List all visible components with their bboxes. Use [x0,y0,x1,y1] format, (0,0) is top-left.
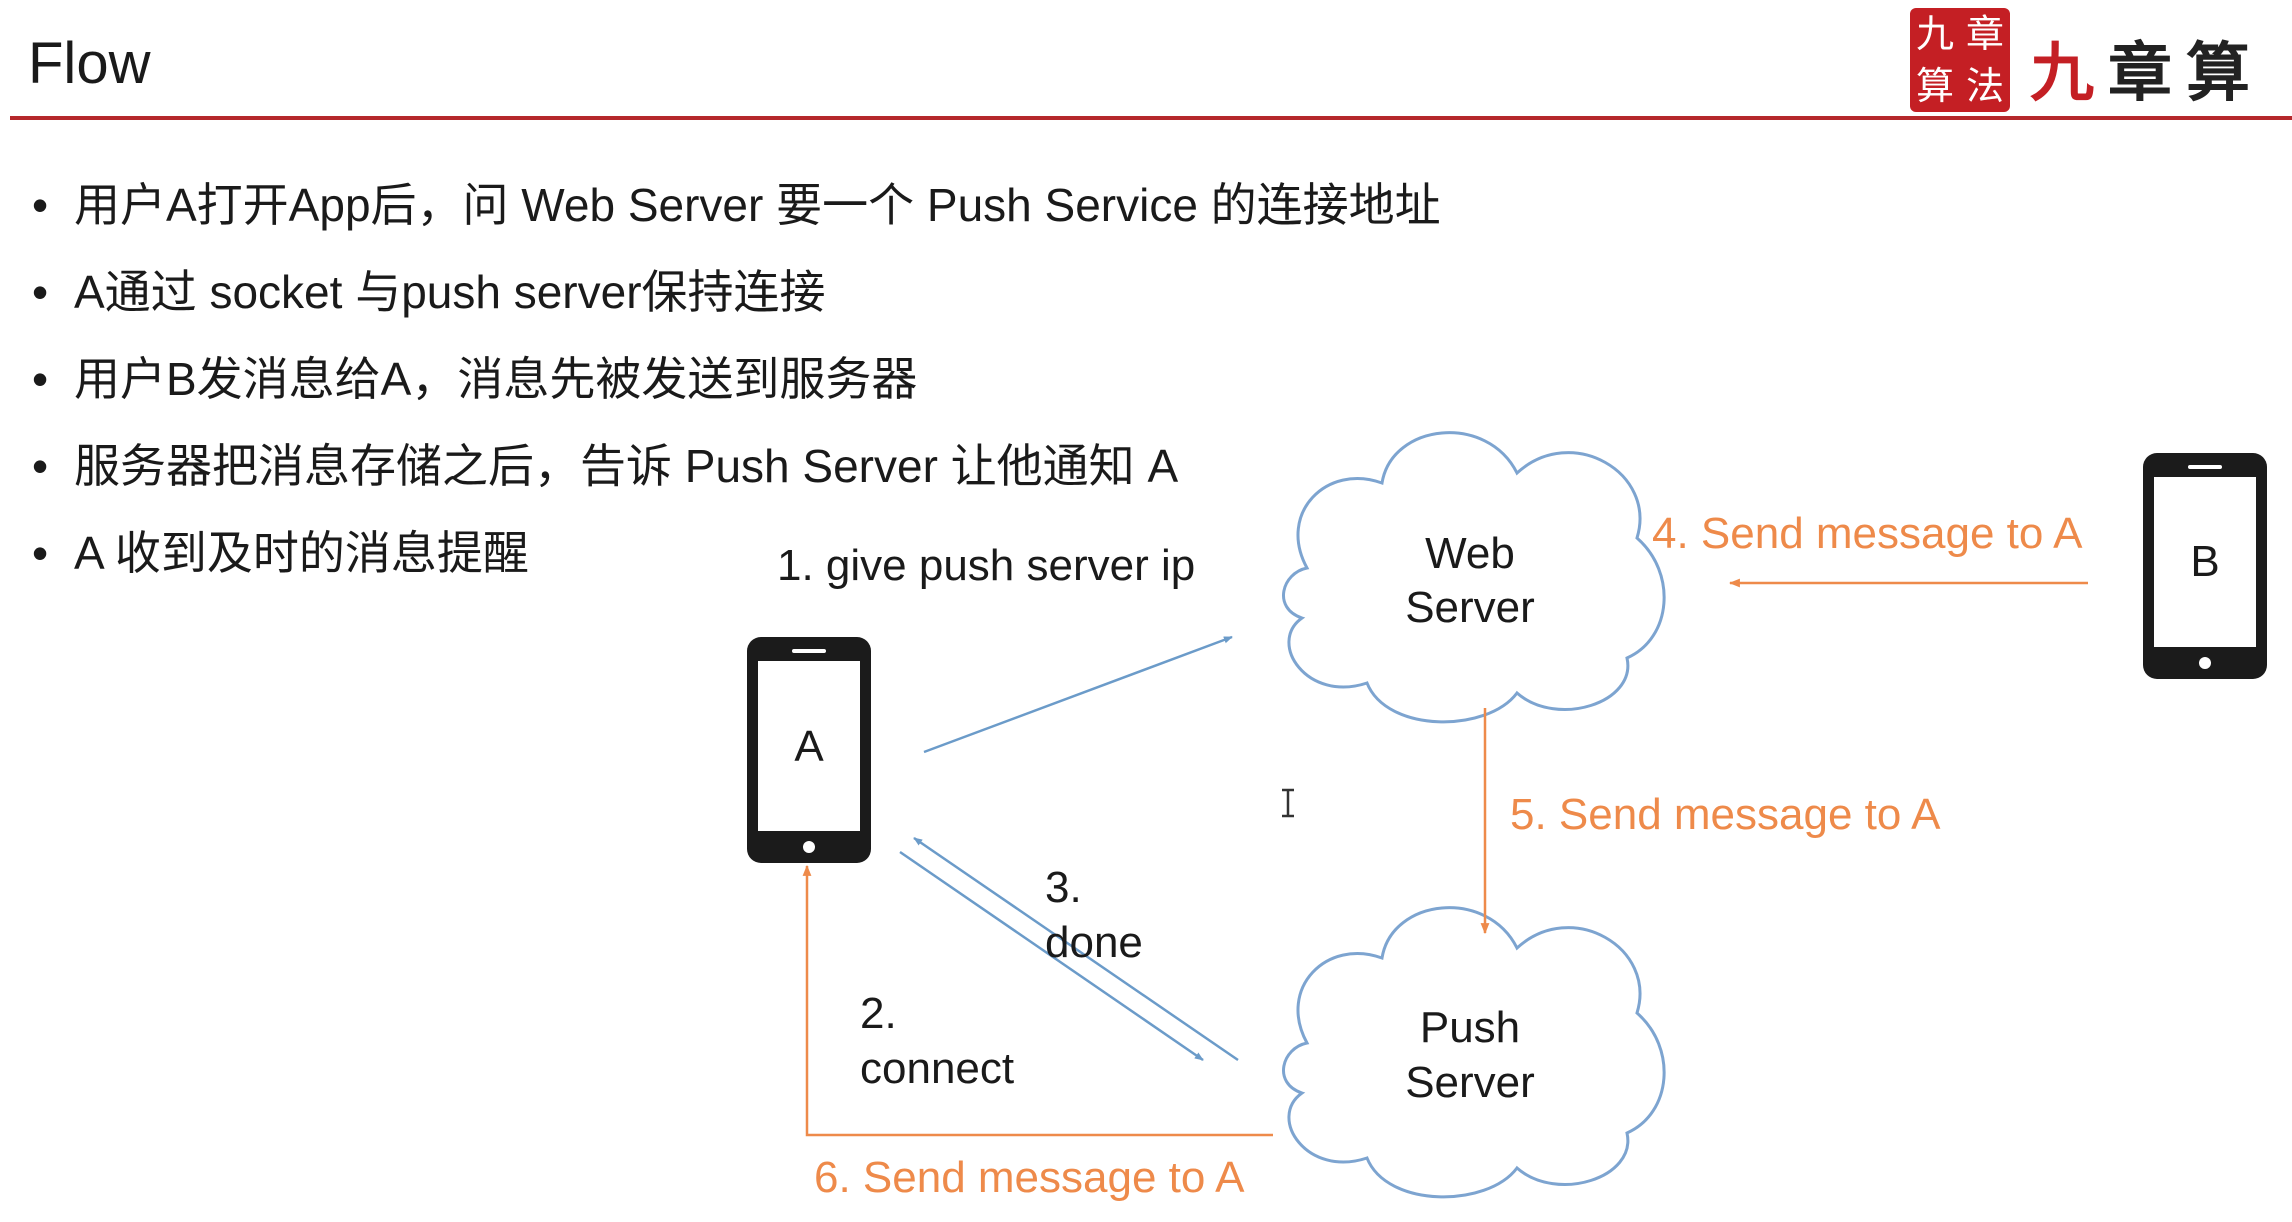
phone-b-label: B [2190,537,2219,586]
step1-label: 1. give push server ip [777,541,1195,590]
phone-b: B [2143,453,2267,679]
step4-label: 4. Send message to A [1652,509,2083,558]
step2-label-line1: 2. [860,989,897,1038]
phone-a-home-button [803,841,815,853]
step3-label-line2: done [1045,918,1143,967]
phone-b-home-button [2199,657,2211,669]
phone-a-label: A [794,722,824,771]
step6-label: 6. Send message to A [814,1153,1245,1202]
push-flow-diagram: A B Web Server Push Server 1. give push … [747,431,2267,1202]
push-server-label-line1: Push [1420,1003,1520,1052]
phone-a-speaker [792,649,826,653]
step5-label: 5. Send message to A [1510,790,1941,839]
phone-a: A [747,637,871,863]
web-server-cloud: Web Server [1281,431,1666,724]
step2-label-line2: connect [860,1044,1014,1093]
push-server-label-line2: Server [1405,1058,1535,1107]
push-server-cloud-outline [1281,906,1666,1199]
step3-label-line1: 3. [1045,863,1082,912]
arrow-give-ip [923,635,1233,754]
web-server-label-line1: Web [1425,529,1515,578]
text-cursor-icon [1282,788,1294,818]
push-server-cloud: Push Server [1281,906,1666,1199]
web-server-label-line2: Server [1405,583,1535,632]
phone-b-speaker [2188,465,2222,469]
